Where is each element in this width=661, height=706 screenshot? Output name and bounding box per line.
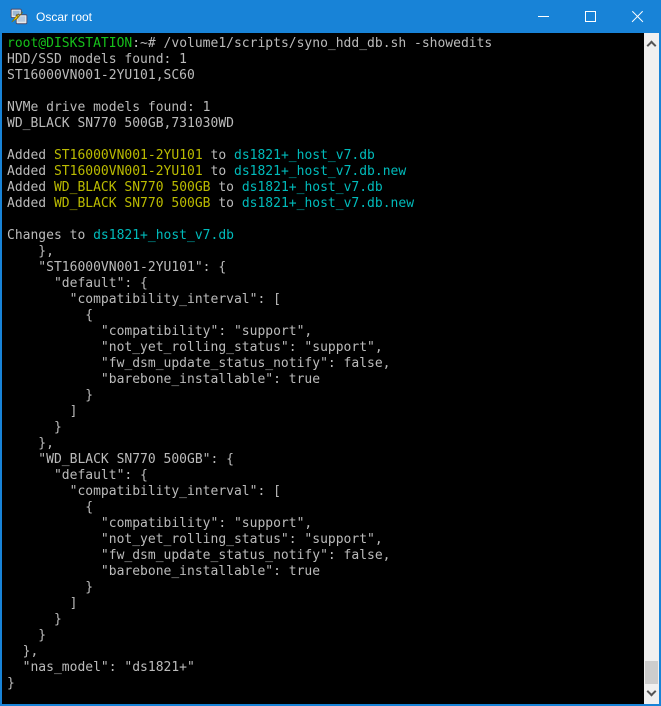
terminal-line: "not_yet_rolling_status": "support", [7, 340, 644, 356]
terminal-line: { [7, 500, 644, 516]
terminal-line: ] [7, 596, 644, 612]
scrollbar-thumb[interactable] [645, 661, 658, 684]
scroll-down-button[interactable] [644, 685, 659, 702]
terminal-line: }, [7, 244, 644, 260]
minimize-icon [538, 16, 549, 17]
terminal-screen[interactable]: root@DISKSTATION:~# /volume1/scripts/syn… [2, 33, 644, 704]
terminal-line: "WD_BLACK SN770 500GB": { [7, 452, 644, 468]
putty-window: Oscar root root@DISKSTATION:~# /volume1/… [0, 0, 661, 706]
terminal-line: }, [7, 644, 644, 660]
terminal-line: NVMe drive models found: 1 [7, 100, 644, 116]
window-controls [520, 0, 661, 33]
close-icon [631, 10, 644, 23]
terminal-line: ] [7, 404, 644, 420]
titlebar[interactable]: Oscar root [0, 0, 661, 33]
scroll-up-button[interactable] [644, 35, 659, 52]
terminal-line: "fw_dsm_update_status_notify": false, [7, 356, 644, 372]
chevron-up-icon [647, 41, 657, 51]
terminal-line [7, 84, 644, 100]
terminal-line: } [7, 612, 644, 628]
terminal-line: Added WD_BLACK SN770 500GB to ds1821+_ho… [7, 196, 644, 212]
maximize-icon [585, 11, 596, 22]
minimize-button[interactable] [520, 0, 567, 33]
terminal-line: Added WD_BLACK SN770 500GB to ds1821+_ho… [7, 180, 644, 196]
terminal-line: ST16000VN001-2YU101,SC60 [7, 68, 644, 84]
terminal-line: }, [7, 436, 644, 452]
chevron-down-icon [647, 687, 657, 697]
terminal-line: HDD/SSD models found: 1 [7, 52, 644, 68]
terminal-line: "compatibility_interval": [ [7, 484, 644, 500]
terminal-line: } [7, 388, 644, 404]
terminal-line [7, 132, 644, 148]
maximize-button[interactable] [567, 0, 614, 33]
terminal-line: "default": { [7, 468, 644, 484]
terminal-line: "compatibility": "support", [7, 516, 644, 532]
scrollbar[interactable] [644, 33, 659, 704]
terminal-line: Added ST16000VN001-2YU101 to ds1821+_hos… [7, 148, 644, 164]
terminal-line: "ST16000VN001-2YU101": { [7, 260, 644, 276]
terminal-line: WD_BLACK SN770 500GB,731030WD [7, 116, 644, 132]
terminal-line: "fw_dsm_update_status_notify": false, [7, 548, 644, 564]
terminal-line [7, 212, 644, 228]
terminal-line: } [7, 420, 644, 436]
terminal-line: } [7, 580, 644, 596]
terminal-line: "barebone_installable": true [7, 372, 644, 388]
terminal-line: } [7, 676, 644, 692]
terminal-line: Changes to ds1821+_host_v7.db [7, 228, 644, 244]
close-button[interactable] [614, 0, 661, 33]
terminal-line: "default": { [7, 276, 644, 292]
terminal-line: "not_yet_rolling_status": "support", [7, 532, 644, 548]
terminal-line: "barebone_installable": true [7, 564, 644, 580]
terminal-line: "compatibility_interval": [ [7, 292, 644, 308]
terminal-line: "nas_model": "ds1821+" [7, 660, 644, 676]
terminal-line: "compatibility": "support", [7, 324, 644, 340]
terminal-line: Added ST16000VN001-2YU101 to ds1821+_hos… [7, 164, 644, 180]
window-title: Oscar root [36, 10, 520, 24]
terminal-line: { [7, 308, 644, 324]
putty-icon [10, 8, 28, 26]
terminal-line: } [7, 628, 644, 644]
terminal-line: root@DISKSTATION:~# /volume1/scripts/syn… [7, 36, 644, 52]
